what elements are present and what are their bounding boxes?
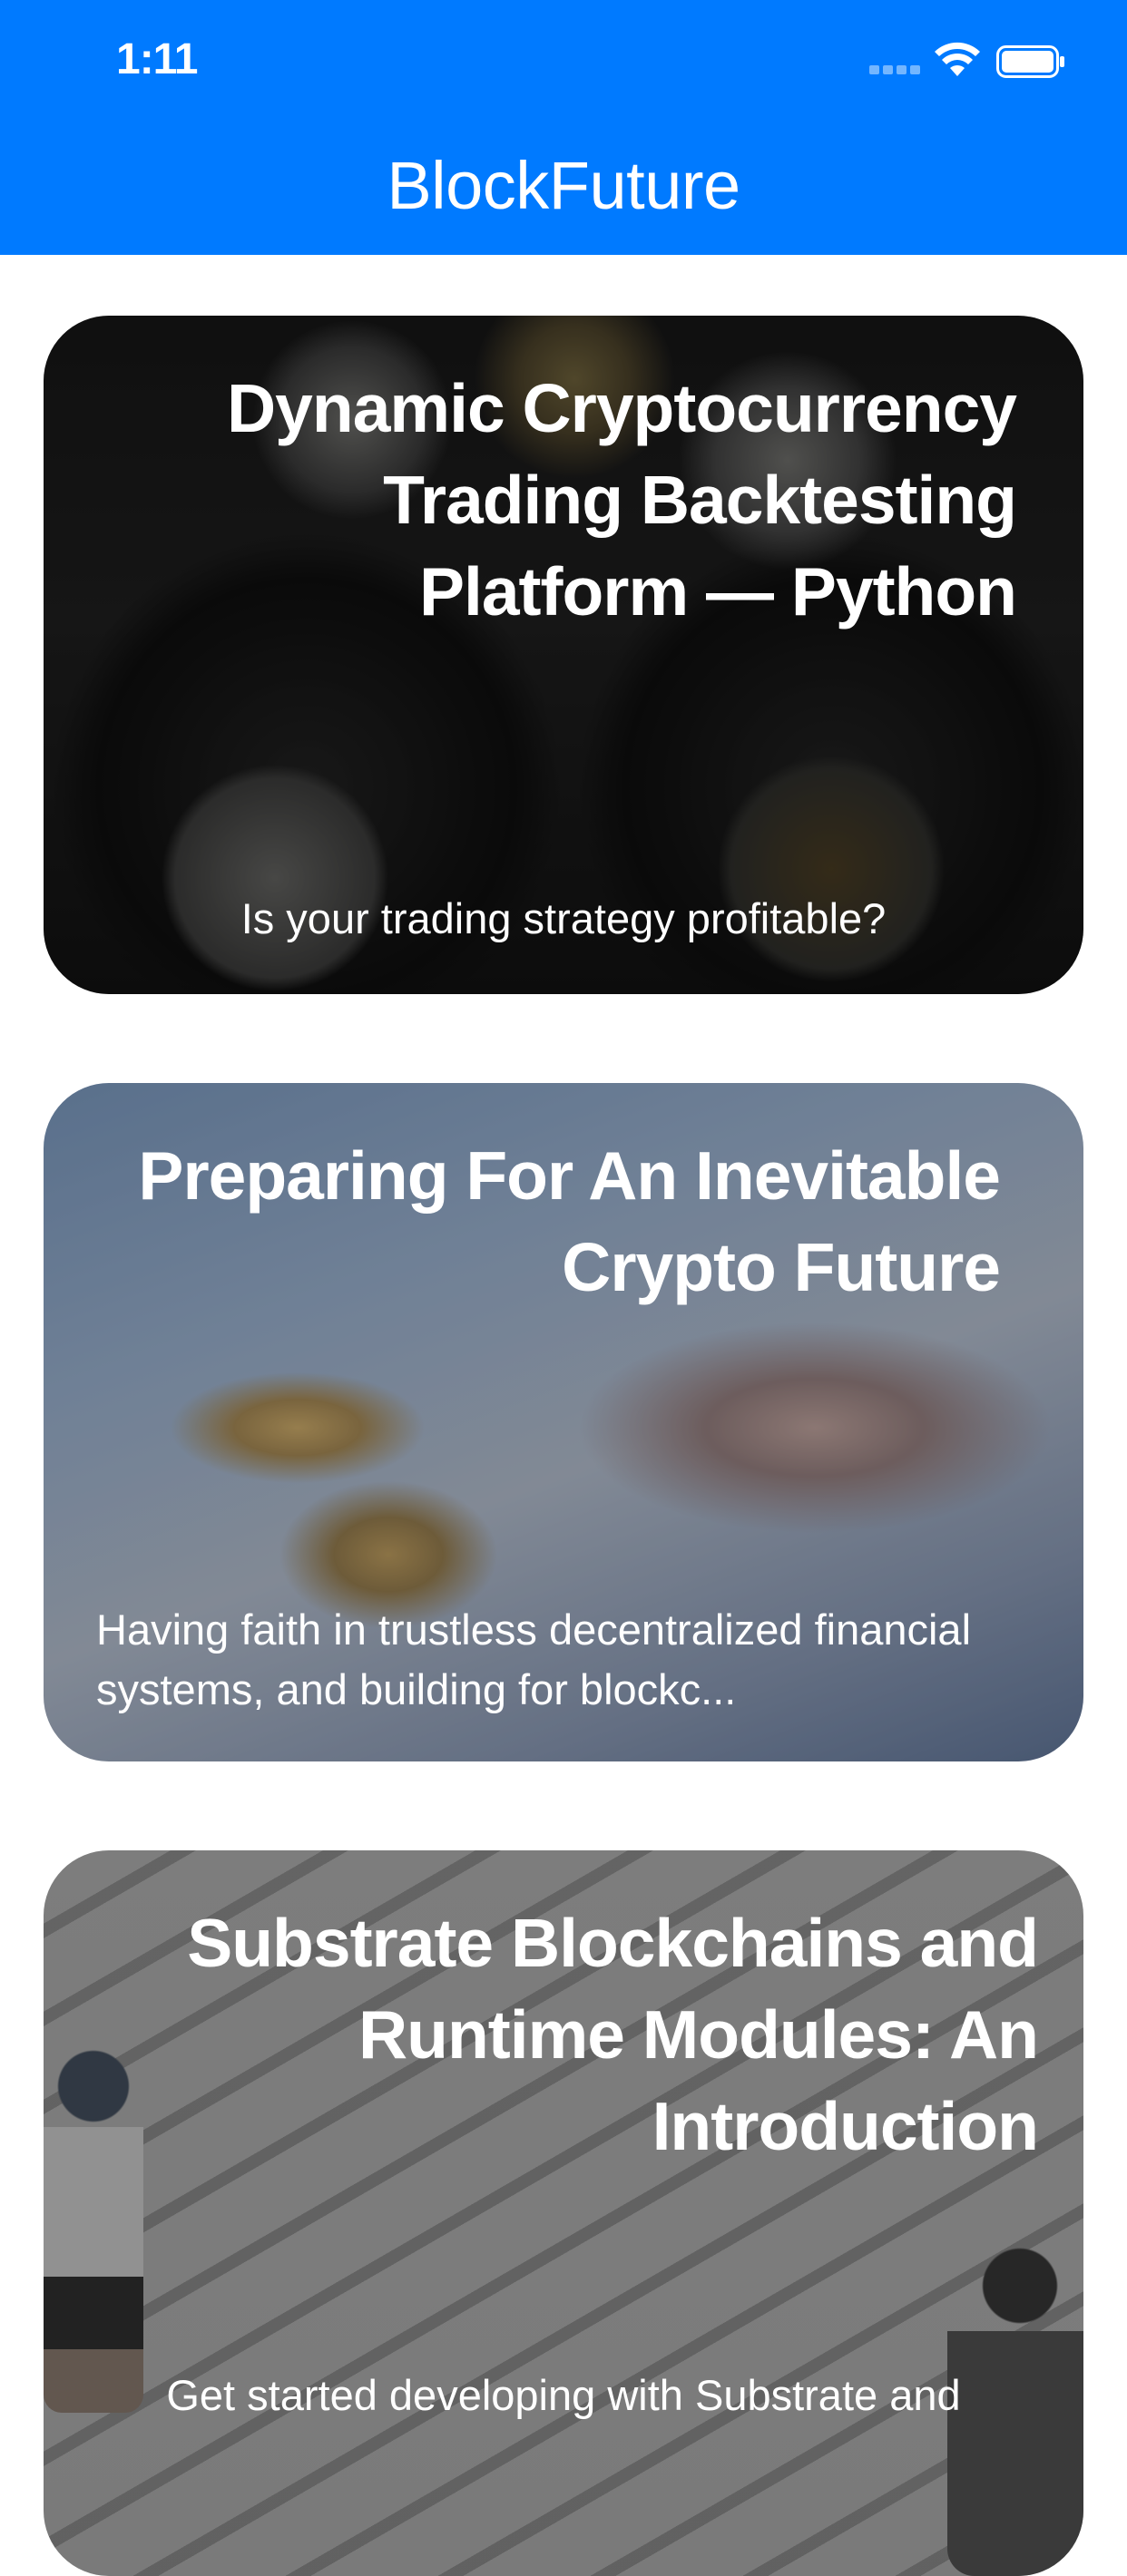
article-card[interactable]: Preparing For An Inevitable Crypto Futur… (44, 1083, 1083, 1761)
article-card[interactable]: Dynamic Cryptocurrency Trading Backtesti… (44, 316, 1083, 994)
wifi-icon (935, 42, 980, 76)
article-subtitle: Get started developing with Substrate an… (166, 2371, 961, 2419)
cellular-signal-icon (869, 65, 920, 74)
nav-title: BlockFuture (387, 148, 740, 223)
article-subtitle: Having faith in trustless decentralized … (96, 1605, 972, 1713)
article-title: Dynamic Cryptocurrency Trading Backtesti… (227, 370, 1017, 629)
article-title: Preparing For An Inevitable Crypto Futur… (138, 1137, 1001, 1305)
battery-icon (996, 45, 1064, 78)
article-subtitle: Is your trading strategy profitable? (240, 894, 887, 942)
app-header: 1:11 BlockFuture (0, 0, 1127, 255)
article-title: Substrate Blockchains and Runtime Module… (187, 1905, 1039, 2164)
article-card[interactable]: Substrate Blockchains and Runtime Module… (44, 1850, 1083, 2576)
status-bar-time: 1:11 (116, 35, 198, 83)
